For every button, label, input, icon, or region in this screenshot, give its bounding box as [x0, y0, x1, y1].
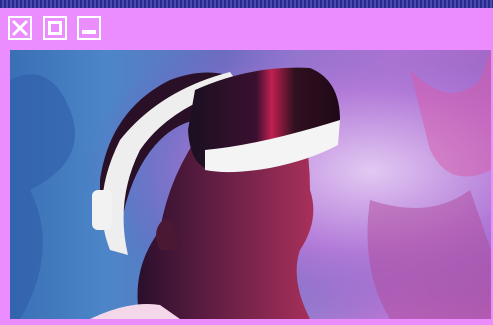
close-button[interactable] [8, 16, 32, 40]
minimize-icon [82, 30, 96, 34]
app-window [0, 8, 493, 325]
maximize-icon [48, 21, 62, 35]
title-bar[interactable] [0, 8, 493, 48]
maximize-button[interactable] [43, 16, 67, 40]
desktop-background-top [0, 0, 493, 8]
image-viewport [10, 50, 491, 319]
close-icon [11, 19, 29, 37]
vr-headset-photo [10, 50, 491, 319]
minimize-button[interactable] [77, 16, 101, 40]
